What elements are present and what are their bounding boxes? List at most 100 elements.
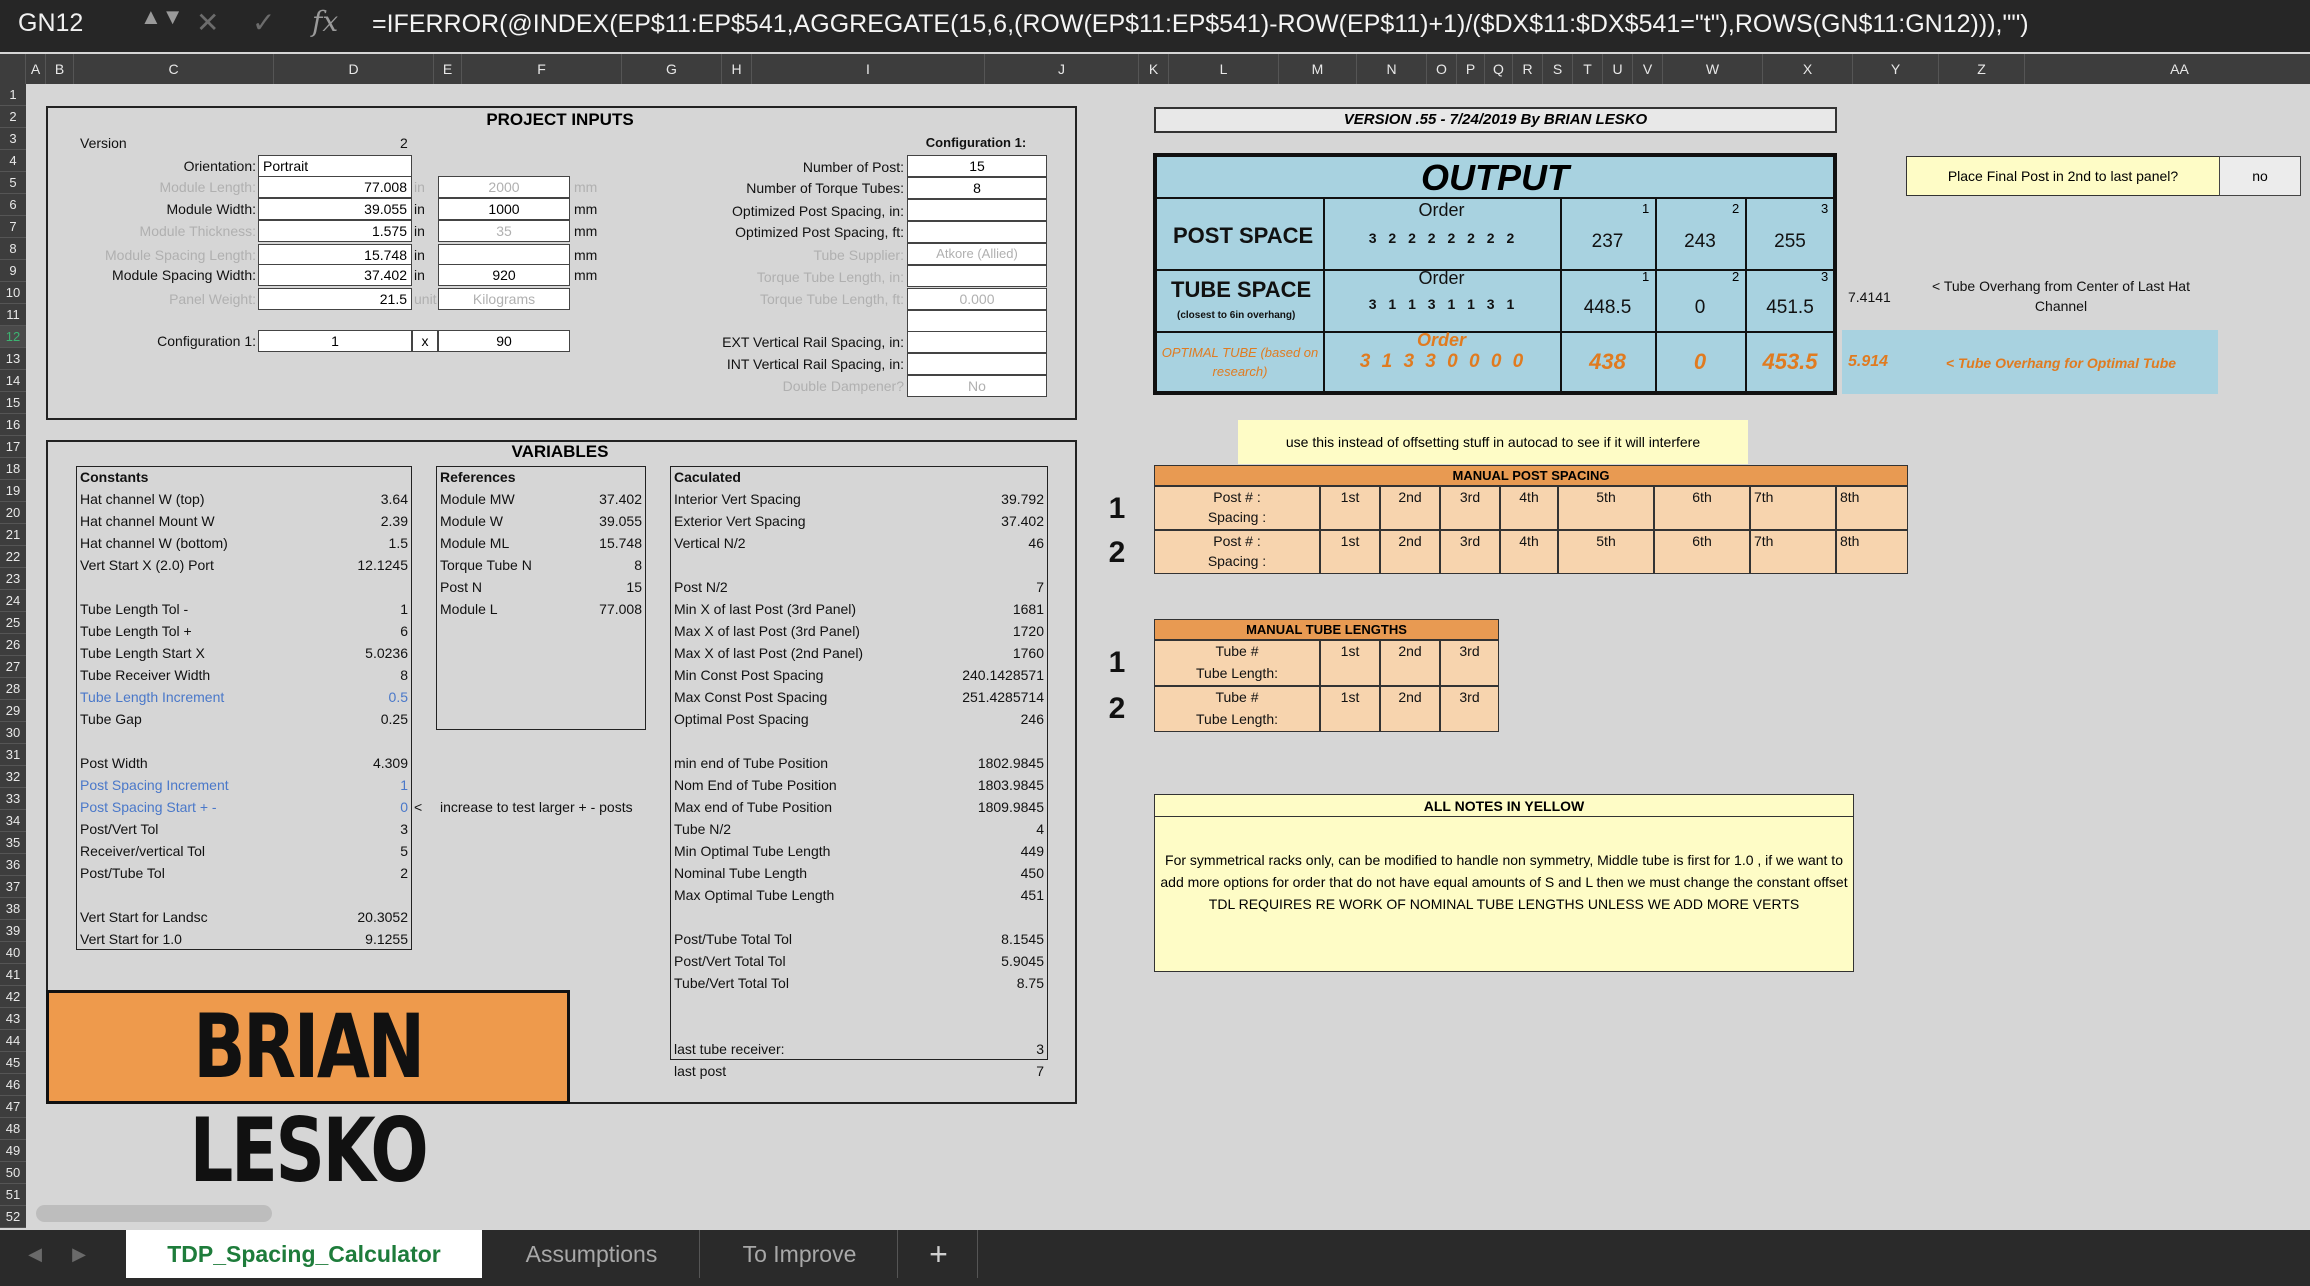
row-header-32[interactable]: 32 [0, 766, 26, 788]
function-icon[interactable]: fx [312, 5, 338, 38]
module-width-cell[interactable]: 39.055 [258, 198, 412, 220]
calculated-value[interactable]: 3 [880, 1040, 1044, 1058]
column-header-r[interactable]: R [1513, 54, 1543, 84]
row-header-35[interactable]: 35 [0, 832, 26, 854]
name-box-stepper-icon[interactable]: ▲▼ [140, 4, 184, 30]
row-header-36[interactable]: 36 [0, 854, 26, 876]
reference-value[interactable]: 15 [540, 578, 642, 596]
configuration-b-cell[interactable]: 90 [438, 330, 570, 352]
row-header-2[interactable]: 2 [0, 106, 26, 128]
row-header-38[interactable]: 38 [0, 898, 26, 920]
row-header-48[interactable]: 48 [0, 1118, 26, 1140]
calculated-value[interactable]: 1802.9845 [880, 754, 1044, 772]
column-header-x[interactable]: X [1763, 54, 1853, 84]
constant-value[interactable]: 1 [300, 776, 408, 794]
module-length-mm-cell[interactable]: 2000 [438, 176, 570, 198]
add-sheet-button[interactable]: + [900, 1230, 978, 1278]
constant-value[interactable]: 0 [300, 798, 408, 816]
number-of-post-cell[interactable]: 15 [907, 155, 1047, 177]
row-header-3[interactable]: 3 [0, 128, 26, 150]
row-header-49[interactable]: 49 [0, 1140, 26, 1162]
ext-rail-cell[interactable] [907, 331, 1047, 353]
row-header-42[interactable]: 42 [0, 986, 26, 1008]
column-header-e[interactable]: E [434, 54, 462, 84]
constant-value[interactable]: 12.1245 [300, 556, 408, 574]
row-header-18[interactable]: 18 [0, 458, 26, 480]
row-header-24[interactable]: 24 [0, 590, 26, 612]
row-header-21[interactable]: 21 [0, 524, 26, 546]
module-width-mm-cell[interactable]: 1000 [438, 198, 570, 220]
calculated-value[interactable]: 1681 [880, 600, 1044, 618]
row-headers[interactable]: 1 2 3 4 5 6 7 8 9 10 11 12 13 14 15 16 17 18 19 20 21 22 23 24 2… [0, 84, 26, 1228]
calculated-value[interactable]: 8.75 [880, 974, 1044, 992]
double-dampener-cell[interactable]: No [907, 375, 1047, 397]
column-header-b[interactable]: B [46, 54, 74, 84]
panel-weight-cell[interactable]: 21.5 [258, 288, 412, 310]
row-header-31[interactable]: 31 [0, 744, 26, 766]
row-header-19[interactable]: 19 [0, 480, 26, 502]
calculated-value[interactable]: 240.1428571 [880, 666, 1044, 684]
constant-value[interactable]: 3 [300, 820, 408, 838]
reference-value[interactable]: 15.748 [540, 534, 642, 552]
confirm-icon[interactable]: ✓ [252, 6, 275, 39]
calculated-value[interactable]: 46 [880, 534, 1044, 552]
row-header-33[interactable]: 33 [0, 788, 26, 810]
row-header-16[interactable]: 16 [0, 414, 26, 436]
constant-value[interactable]: 0.5 [300, 688, 408, 706]
column-header-o[interactable]: O [1427, 54, 1457, 84]
calculated-value[interactable]: 449 [880, 842, 1044, 860]
prev-sheet-icon[interactable]: ◀ [22, 1230, 48, 1278]
calculated-value[interactable]: 246 [880, 710, 1044, 728]
column-header-u[interactable]: U [1603, 54, 1633, 84]
panel-weight-kg-cell[interactable]: Kilograms [438, 288, 570, 310]
column-header-p[interactable]: P [1457, 54, 1485, 84]
row-header-9[interactable]: 9 [0, 260, 26, 282]
blank-input-cell[interactable] [907, 310, 1047, 332]
calculated-value[interactable]: 1803.9845 [880, 776, 1044, 794]
row-header-8[interactable]: 8 [0, 238, 26, 260]
row-header-27[interactable]: 27 [0, 656, 26, 678]
torque-tube-length-in-cell[interactable] [907, 265, 1047, 287]
version-value[interactable]: 2 [400, 134, 408, 152]
optimized-post-ft-cell[interactable] [907, 221, 1047, 243]
row-header-25[interactable]: 25 [0, 612, 26, 634]
optimized-post-in-cell[interactable] [907, 199, 1047, 221]
module-spacing-length-cell[interactable]: 15.748 [258, 244, 412, 266]
row-header-45[interactable]: 45 [0, 1052, 26, 1074]
constant-value[interactable]: 2 [300, 864, 408, 882]
calculated-value[interactable]: 37.402 [880, 512, 1044, 530]
calculated-value[interactable]: 39.792 [880, 490, 1044, 508]
torque-tube-length-ft-cell[interactable]: 0.000 [907, 288, 1047, 310]
row-header-40[interactable]: 40 [0, 942, 26, 964]
module-thickness-cell[interactable]: 1.575 [258, 220, 412, 242]
tab-assumptions[interactable]: Assumptions [484, 1230, 700, 1278]
row-header-22[interactable]: 22 [0, 546, 26, 568]
name-box[interactable]: GN12 [18, 9, 83, 38]
calculated-value[interactable]: 451 [880, 886, 1044, 904]
column-header-a[interactable]: A [26, 54, 46, 84]
constant-value[interactable]: 9.1255 [300, 930, 408, 948]
row-header-39[interactable]: 39 [0, 920, 26, 942]
column-header-y[interactable]: Y [1853, 54, 1939, 84]
tab-tdp-spacing-calculator[interactable]: TDP_Spacing_Calculator [126, 1230, 482, 1278]
calculated-value[interactable]: 7 [880, 1062, 1044, 1080]
orientation-cell[interactable]: Portrait [258, 155, 412, 177]
constant-value[interactable]: 6 [300, 622, 408, 640]
column-header-i[interactable]: I [752, 54, 985, 84]
row-header-29[interactable]: 29 [0, 700, 26, 722]
reference-value[interactable]: 37.402 [540, 490, 642, 508]
constant-value[interactable]: 8 [300, 666, 408, 684]
row-header-5[interactable]: 5 [0, 172, 26, 194]
horizontal-scrollbar[interactable] [36, 1205, 272, 1222]
constant-value[interactable]: 5 [300, 842, 408, 860]
constant-value[interactable]: 5.0236 [300, 644, 408, 662]
row-header-51[interactable]: 51 [0, 1184, 26, 1206]
tab-to-improve[interactable]: To Improve [702, 1230, 898, 1278]
formula-input[interactable]: =IFERROR(@INDEX(EP$11:EP$541,AGGREGATE(1… [372, 10, 2029, 39]
row-header-1[interactable]: 1 [0, 84, 26, 106]
next-sheet-icon[interactable]: ▶ [66, 1230, 92, 1278]
column-header-f[interactable]: F [462, 54, 622, 84]
column-header-g[interactable]: G [622, 54, 722, 84]
row-header-20[interactable]: 20 [0, 502, 26, 524]
module-spacing-width-mm-cell[interactable]: 920 [438, 264, 570, 286]
